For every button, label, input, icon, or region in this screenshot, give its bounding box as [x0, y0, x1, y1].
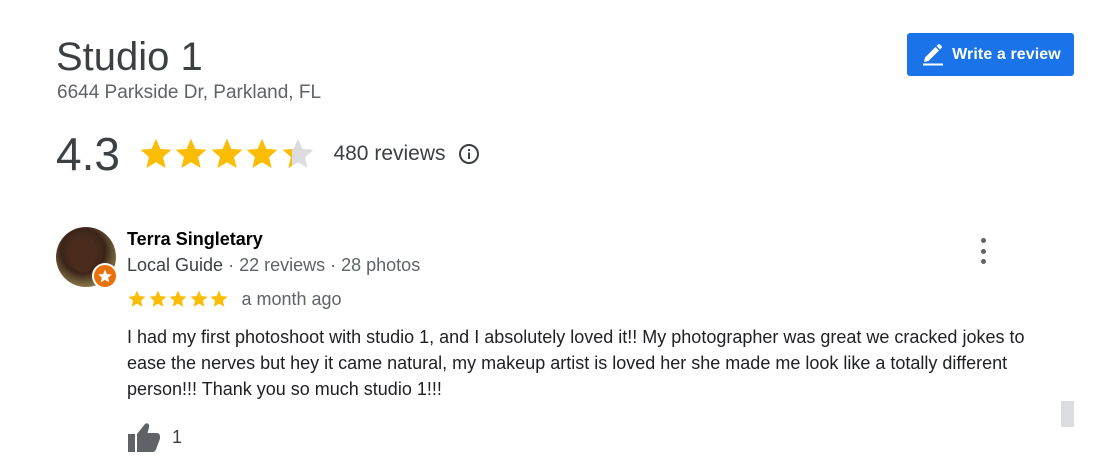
avatar[interactable] [56, 227, 118, 289]
pencil-icon [920, 43, 946, 66]
star-icon [140, 138, 172, 168]
review-text: I had my first photoshoot with studio 1,… [127, 327, 1025, 399]
star-icon [128, 290, 146, 307]
review-stars [127, 289, 230, 309]
average-rating: 4.3 [56, 128, 120, 180]
star-icon [169, 290, 187, 307]
star-icon [148, 290, 167, 307]
review-count: 480 reviews [333, 142, 446, 165]
star-icon [176, 138, 207, 168]
reviewer-photo-count: 28 photos [341, 255, 421, 275]
info-icon[interactable] [458, 143, 480, 165]
star-icon [282, 138, 314, 168]
local-guide-badge-icon [92, 263, 118, 289]
more-options-button[interactable] [974, 238, 992, 264]
star-icon [247, 138, 278, 168]
place-reviews-panel: Studio 1 6644 Parkside Dr, Parkland, FL … [0, 0, 1114, 470]
avatar-photo [70, 239, 96, 273]
place-address: 6644 Parkside Dr, Parkland, FL [57, 82, 322, 103]
meta-separator: · [325, 255, 342, 275]
write-review-button[interactable]: Write a review [907, 33, 1074, 76]
rating-summary: 4.3 480 reviews [56, 128, 480, 180]
like-count: 1 [172, 426, 183, 447]
meta-separator: · [223, 255, 240, 275]
star-icon [211, 138, 243, 168]
more-vert-icon-dot [980, 248, 986, 254]
reviewer-name[interactable]: Terra Singletary [127, 228, 263, 250]
more-vert-icon-dot [980, 238, 986, 243]
review-rating-row: a month ago [127, 288, 342, 310]
more-vert-icon-dot [980, 259, 986, 264]
write-review-label: Write a review [952, 45, 1061, 63]
star-icon [189, 290, 208, 307]
reviewer-review-count: 22 reviews [239, 255, 326, 275]
reviewer-meta: Local Guide · 22 reviews · 28 photos [127, 254, 420, 276]
scrollbar-thumb[interactable] [1061, 401, 1074, 427]
place-title: Studio 1 [56, 35, 203, 79]
average-rating-stars [138, 136, 316, 172]
like-row: 1 [127, 421, 182, 453]
thumbs-up-icon[interactable] [127, 421, 161, 453]
star-icon [210, 290, 228, 307]
local-guide-label: Local Guide [127, 255, 224, 275]
review-date: a month ago [241, 288, 342, 309]
